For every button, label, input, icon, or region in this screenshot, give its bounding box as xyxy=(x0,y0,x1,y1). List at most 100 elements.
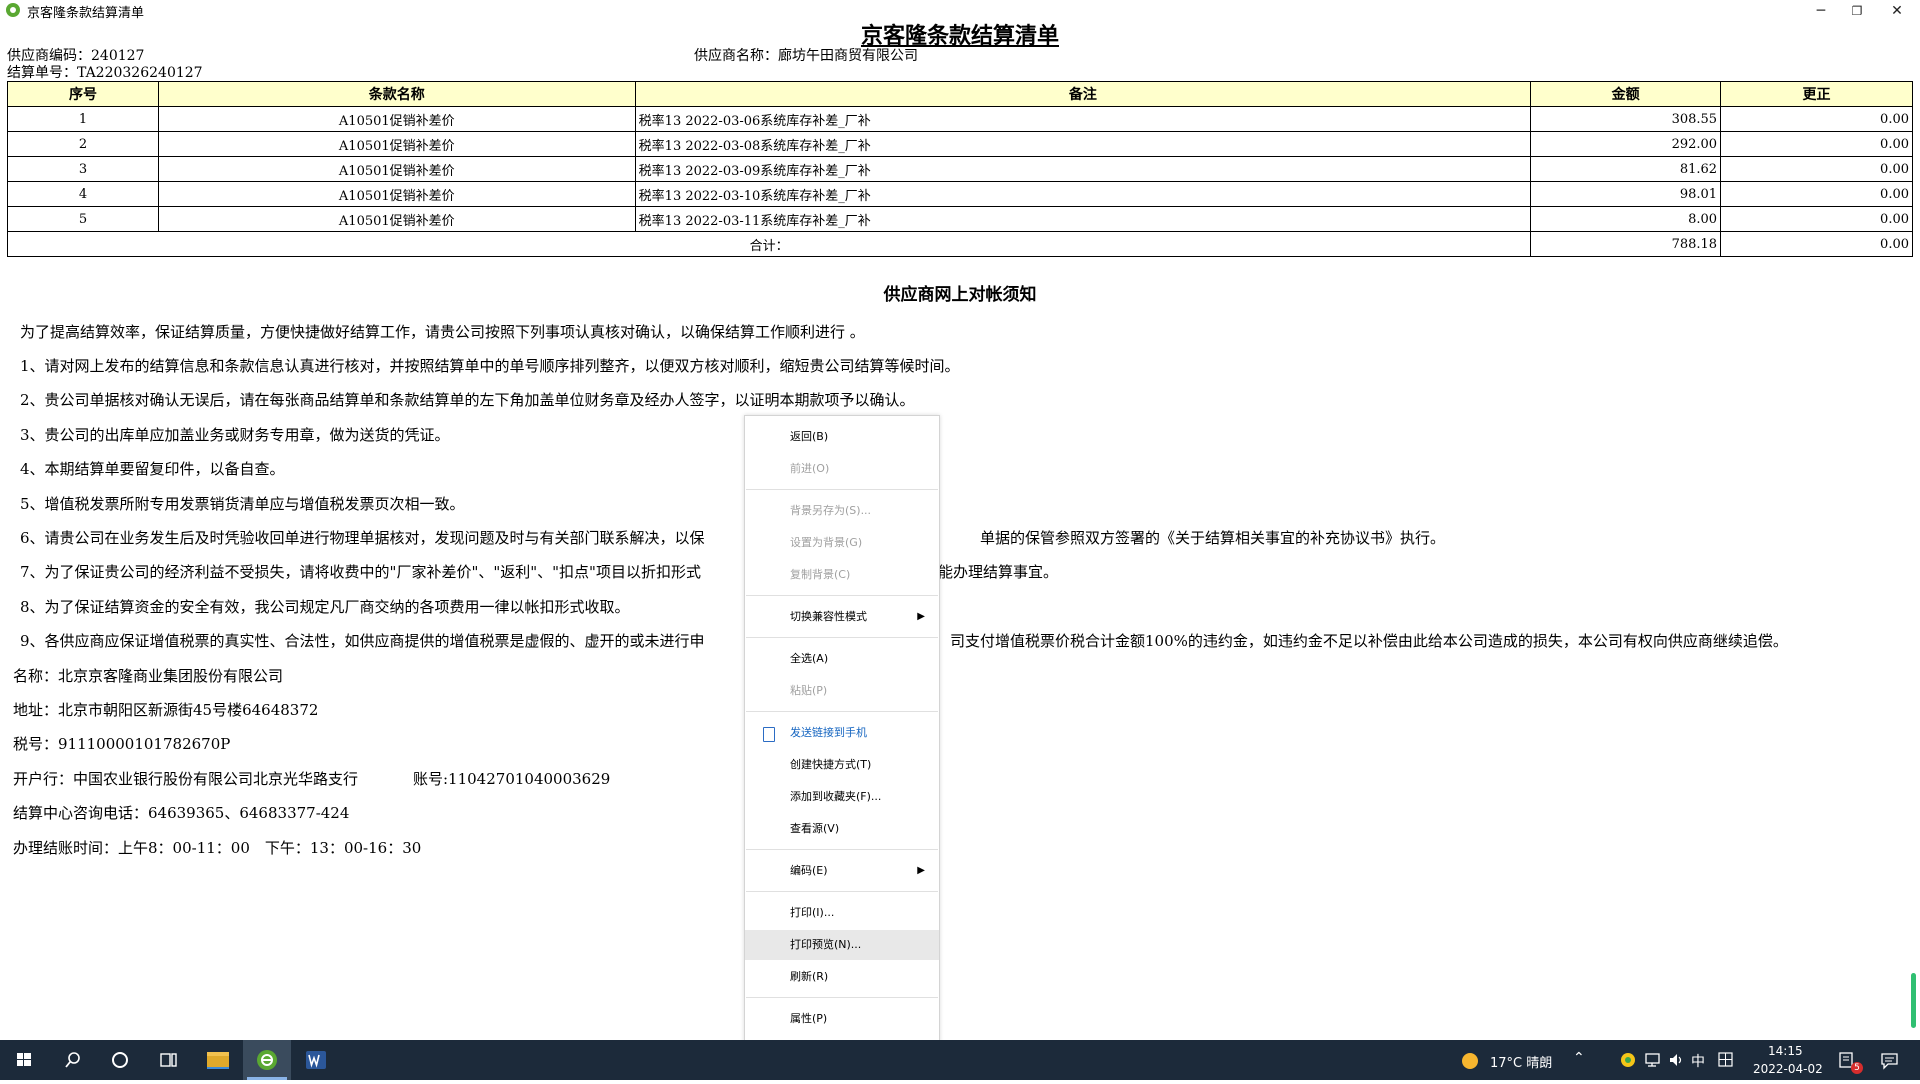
table-total-row: 合计： 788.18 0.00 xyxy=(6,231,1913,257)
notice-item-4: 4、本期结算单要留复印件，以备自查。 xyxy=(20,460,285,478)
notice-item-5: 5、增值税发票所附专用发票销货清单应与增值税发票页次相一致。 xyxy=(20,495,465,513)
menu-item-refresh[interactable]: 刷新(R) xyxy=(745,962,939,992)
menu-item-encoding[interactable]: 编码(E) ▶ xyxy=(745,856,939,886)
menu-item-add-favorites[interactable]: 添加到收藏夹(F)... xyxy=(745,782,939,812)
menu-label: 设置为背景(G) xyxy=(790,536,863,549)
menu-separator xyxy=(746,595,938,596)
notice-item-9: 9、各供应商应保证增值税票的真实性、合法性，如供应商提供的增值税票是虚假的、虚开… xyxy=(20,632,705,650)
cell-index: 3 xyxy=(7,156,159,182)
notice-item-8: 8、为了保证结算资金的安全有效，我公司规定凡厂商交纳的各项费用一律以帐扣形式收取… xyxy=(20,598,630,616)
company-tax-number: 税号：91110000101782670P xyxy=(13,735,231,753)
menu-label: 复制背景(C) xyxy=(790,568,851,581)
submenu-arrow-icon: ▶ xyxy=(917,611,925,622)
chevron-up-icon[interactable]: ⌃ xyxy=(1573,1050,1585,1066)
menu-label: 添加到收藏夹(F)... xyxy=(790,790,882,803)
menu-separator xyxy=(746,849,938,850)
cortana-button[interactable] xyxy=(96,1040,144,1080)
cell-index: 2 xyxy=(7,131,159,157)
taskbar-browser-active[interactable] xyxy=(243,1040,291,1080)
col-header-item: 条款名称 xyxy=(157,81,636,107)
menu-item-properties[interactable]: 属性(P) xyxy=(745,1004,939,1034)
company-account: 账号:11042701040003629 xyxy=(413,770,611,788)
document-title: 京客隆条款结算清单 xyxy=(860,23,1059,49)
task-view-button[interactable] xyxy=(144,1040,192,1080)
notice-item-6: 6、请贵公司在业务发生后及时凭验收回单进行物理单据核对，发现问题及时与有关部门联… xyxy=(20,529,705,547)
menu-item-back[interactable]: 返回(B) xyxy=(745,422,939,452)
search-icon xyxy=(65,1052,80,1068)
menu-item-print-preview[interactable]: 打印预览(N)... xyxy=(745,930,939,960)
cell-remark: 税率13 2022-03-10系统库存补差_厂补 xyxy=(634,181,1532,207)
table-row: 2 A10501促销补差价 税率13 2022-03-08系统库存补差_厂补 2… xyxy=(7,131,1913,157)
menu-item-view-source[interactable]: 查看源(V) xyxy=(745,814,939,844)
menu-label: 前进(O) xyxy=(790,462,830,475)
cell-amount: 98.01 xyxy=(1530,181,1722,207)
table-header-row: 序号 条款名称 备注 金额 更正 xyxy=(7,81,1913,107)
taskbar-file-explorer[interactable] xyxy=(194,1040,242,1080)
cell-correction: 0.00 xyxy=(1720,156,1913,182)
cell-amount: 8.00 xyxy=(1530,206,1722,232)
word-icon xyxy=(306,1051,326,1069)
search-button[interactable] xyxy=(48,1040,96,1080)
cell-item: A10501促销补差价 xyxy=(157,156,636,182)
context-menu: 返回(B) 前进(O) 背景另存为(S)... 设置为背景(G) 复制背景(C)… xyxy=(744,415,940,1042)
menu-item-forward: 前进(O) xyxy=(745,454,939,484)
col-header-amount: 金额 xyxy=(1530,81,1722,107)
start-button[interactable] xyxy=(0,1040,48,1080)
menu-label: 创建快捷方式(T) xyxy=(790,758,872,771)
weather-text[interactable]: 17°C 晴朗 xyxy=(1490,1052,1552,1071)
menu-label: 切换兼容性模式 xyxy=(790,610,867,623)
menu-separator xyxy=(746,891,938,892)
windows-icon xyxy=(17,1053,31,1066)
menu-label: 全选(A) xyxy=(790,652,829,665)
col-header-correction: 更正 xyxy=(1720,81,1913,107)
menu-separator xyxy=(746,637,938,638)
clock-date[interactable]: 2022-04-02 xyxy=(1753,1062,1823,1076)
action-center-icon[interactable] xyxy=(1880,1051,1900,1071)
menu-item-copy-background: 复制背景(C) xyxy=(745,560,939,590)
table-row: 4 A10501促销补差价 税率13 2022-03-10系统库存补差_厂补 9… xyxy=(7,181,1913,207)
menu-item-print[interactable]: 打印(I)... xyxy=(745,898,939,928)
keyboard-grid-icon[interactable] xyxy=(1718,1052,1734,1068)
tray-app-icon[interactable] xyxy=(1620,1052,1636,1068)
company-address: 地址：北京市朝阳区新源街45号楼64648372 xyxy=(13,701,319,719)
menu-label: 返回(B) xyxy=(790,430,829,443)
scrollbar-thumb[interactable] xyxy=(1911,973,1916,1028)
cell-correction: 0.00 xyxy=(1720,206,1913,232)
company-phone: 结算中心咨询电话：64639365、64683377-424 xyxy=(13,804,350,822)
notice-item-2: 2、贵公司单据核对确认无误后，请在每张商品结算单和条款结算单的左下角加盖单位财务… xyxy=(20,391,915,409)
notice-title: 供应商网上对帐须知 xyxy=(883,285,1037,305)
menu-item-compat-mode[interactable]: 切换兼容性模式 ▶ xyxy=(745,602,939,632)
volume-icon[interactable] xyxy=(1668,1052,1686,1068)
col-header-index: 序号 xyxy=(7,81,159,107)
weather-sun-icon xyxy=(1462,1053,1478,1069)
menu-label: 刷新(R) xyxy=(790,970,829,983)
settlement-table: 序号 条款名称 备注 金额 更正 1 A10501促销补差价 税率13 2022… xyxy=(6,81,1913,257)
total-amount: 788.18 xyxy=(1530,231,1722,257)
clock-time[interactable]: 14:15 xyxy=(1768,1044,1803,1058)
notice-intro: 为了提高结算效率，保证结算质量，方便快捷做好结算工作，请贵公司按照下列事项认真核… xyxy=(20,323,865,341)
table-row: 1 A10501促销补差价 税率13 2022-03-06系统库存补差_厂补 3… xyxy=(7,106,1913,132)
menu-separator xyxy=(746,997,938,998)
menu-item-save-background: 背景另存为(S)... xyxy=(745,496,939,526)
notice-item-9-tail: 司支付增值税票价税合计金额100%的违约金，如违约金不足以补偿由此给本公司造成的… xyxy=(950,632,1788,650)
task-view-icon xyxy=(160,1053,177,1067)
menu-item-send-to-phone[interactable]: 发送链接到手机 xyxy=(745,718,939,748)
menu-item-paste: 粘贴(P) xyxy=(745,676,939,706)
menu-label: 查看源(V) xyxy=(790,822,840,835)
menu-item-select-all[interactable]: 全选(A) xyxy=(745,644,939,674)
notice-item-7: 7、为了保证贵公司的经济利益不受损失，请将收费中的"厂家补差价"、"返利"、"扣… xyxy=(20,563,701,581)
browser-icon xyxy=(257,1050,277,1070)
taskbar-word[interactable] xyxy=(292,1040,340,1080)
cell-correction: 0.00 xyxy=(1720,181,1913,207)
cell-remark: 税率13 2022-03-11系统库存补差_厂补 xyxy=(634,206,1532,232)
ime-indicator[interactable]: 中 xyxy=(1691,1051,1705,1071)
network-icon[interactable] xyxy=(1644,1052,1662,1068)
menu-item-create-shortcut[interactable]: 创建快捷方式(T) xyxy=(745,750,939,780)
cell-amount: 292.00 xyxy=(1530,131,1722,157)
cell-correction: 0.00 xyxy=(1720,106,1913,132)
company-bank: 开户行：中国农业银行股份有限公司北京光华路支行 xyxy=(13,770,359,788)
cell-correction: 0.00 xyxy=(1720,131,1913,157)
cell-item: A10501促销补差价 xyxy=(157,181,636,207)
menu-label: 粘贴(P) xyxy=(790,684,828,697)
cell-remark: 税率13 2022-03-06系统库存补差_厂补 xyxy=(634,106,1532,132)
